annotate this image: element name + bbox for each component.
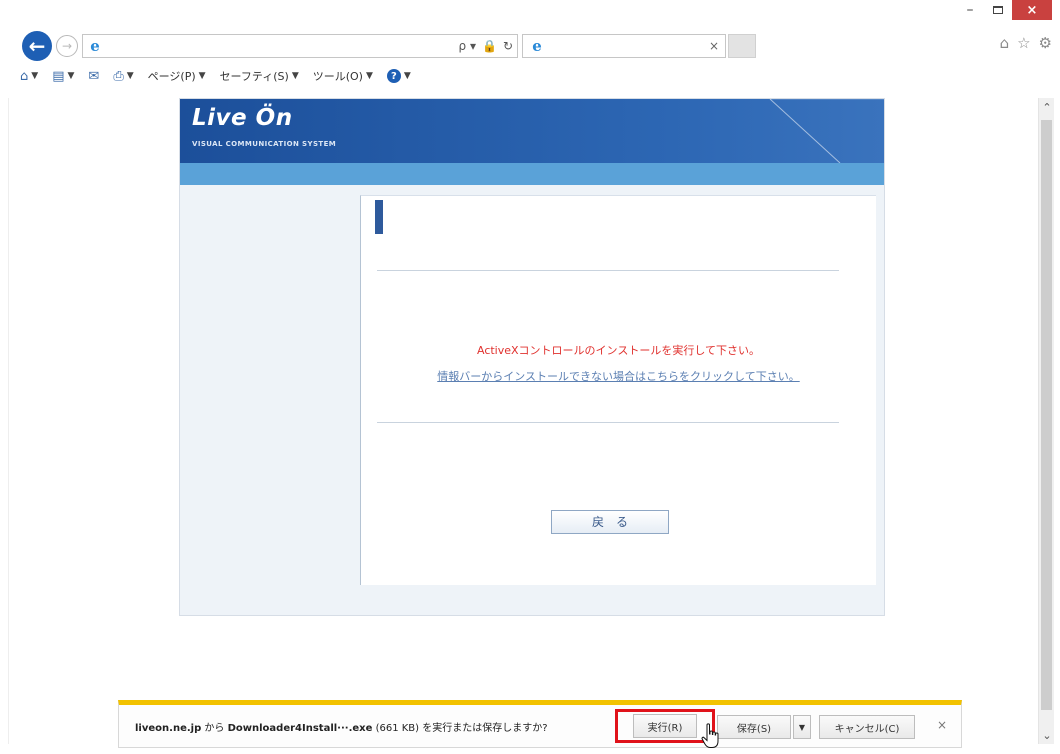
caret-icon: ▼	[31, 71, 39, 81]
caret-icon: ▼	[403, 71, 411, 81]
window-controls: – ×	[956, 0, 1052, 22]
print-menu[interactable]: ⎙ ▼	[113, 69, 133, 84]
address-input[interactable]	[103, 37, 459, 55]
navigation-bar: ← → e ρ ▾ 🔒 ↻ e × ⌂ ☆ ⚙	[22, 30, 1052, 62]
install-help-link[interactable]: 情報バーからインストールできない場合はこちらをクリックして下さい。	[361, 368, 876, 384]
help-icon: ?	[386, 69, 401, 83]
scroll-up-icon[interactable]: ⌃	[1039, 98, 1055, 116]
divider-bottom	[377, 422, 839, 423]
browser-tab[interactable]: e ×	[522, 34, 726, 58]
caret-icon: ▼	[291, 71, 299, 81]
install-message: ActiveXコントロールのインストールを実行して下さい。	[476, 344, 760, 357]
address-bar[interactable]: e ρ ▾ 🔒 ↻	[82, 34, 518, 58]
save-dropdown-button[interactable]: ▼	[793, 715, 811, 739]
lock-icon[interactable]: 🔒	[482, 39, 497, 53]
content-panel: ActiveXコントロールのインストールを実行して下さい。 情報バーからインスト…	[360, 195, 876, 585]
forward-button[interactable]: →	[56, 35, 78, 57]
page-menu-label: ページ(P)	[147, 70, 196, 83]
save-button[interactable]: 保存(S)	[717, 715, 791, 739]
new-tab-button[interactable]	[728, 34, 756, 58]
vertical-scrollbar[interactable]: ⌃ ⌄	[1038, 98, 1054, 744]
favorites-icon[interactable]: ☆	[1017, 34, 1030, 52]
command-bar: ⌂ ▼ ▤ ▼ ✉ ⎙ ▼ ページ(P) ▼ セーフティ(S) ▼ ツール(O) ▼ ? ▼	[20, 64, 411, 88]
caret-icon: ▼	[126, 71, 134, 81]
download-notification-bar: liveon.ne.jp から Downloader4Install···.ex…	[118, 700, 962, 748]
back-page-button[interactable]: 戻る	[551, 510, 669, 534]
minimize-button[interactable]: –	[956, 0, 984, 20]
download-size: (661 KB)	[372, 722, 423, 734]
mail-menu[interactable]: ✉	[88, 69, 99, 84]
run-button-highlight: 実行(R)	[615, 709, 715, 743]
hand-cursor-icon	[701, 723, 719, 748]
run-button[interactable]: 実行(R)	[633, 714, 697, 738]
liveon-logo: Live Ön	[192, 105, 293, 131]
back-button[interactable]: ←	[22, 31, 52, 61]
download-filename: Downloader4Install···.exe	[227, 722, 373, 734]
notification-close-icon[interactable]: ×	[937, 718, 947, 732]
page-menu[interactable]: ページ(P) ▼	[148, 68, 206, 84]
home-icon: ⌂	[20, 68, 29, 84]
help-menu[interactable]: ? ▼	[386, 69, 411, 83]
caret-icon: ▼	[67, 71, 75, 81]
browser-right-icons: ⌂ ☆ ⚙	[1000, 34, 1052, 52]
header-stripe	[180, 163, 884, 185]
back-arrow-icon: ←	[28, 34, 46, 58]
divider-top	[377, 270, 839, 271]
caret-icon: ▼	[365, 71, 373, 81]
maximize-button[interactable]	[984, 0, 1012, 20]
home-icon[interactable]: ⌂	[1000, 34, 1010, 52]
page-viewport: Live Ön VISUAL COMMUNICATION SYSTEM Acti…	[8, 98, 1040, 744]
close-window-button[interactable]: ×	[1012, 0, 1052, 20]
home-menu[interactable]: ⌂ ▼	[20, 69, 38, 84]
forward-arrow-icon: →	[61, 39, 73, 53]
safety-menu[interactable]: セーフティ(S) ▼	[220, 68, 299, 84]
caret-icon: ▼	[198, 71, 206, 81]
download-question: を実行または保存しますか?	[422, 722, 548, 734]
mail-icon: ✉	[88, 68, 100, 84]
download-prompt: liveon.ne.jp から Downloader4Install···.ex…	[135, 719, 548, 734]
refresh-icon[interactable]: ↻	[503, 39, 513, 53]
print-icon: ⎙	[113, 68, 124, 84]
ie-page-icon: e	[90, 37, 100, 55]
tab-close-icon[interactable]: ×	[709, 39, 719, 53]
feeds-icon: ▤	[52, 68, 65, 84]
settings-gear-icon[interactable]: ⚙	[1039, 34, 1052, 52]
tools-menu[interactable]: ツール(O) ▼	[313, 68, 373, 84]
logo-subtitle: VISUAL COMMUNICATION SYSTEM	[192, 140, 337, 148]
address-tools: ρ ▾ 🔒 ↻	[459, 39, 513, 53]
header-banner: Live Ön VISUAL COMMUNICATION SYSTEM	[180, 99, 884, 163]
maximize-icon	[993, 6, 1003, 14]
scroll-down-icon[interactable]: ⌄	[1039, 726, 1055, 744]
download-site: liveon.ne.jp	[135, 722, 202, 734]
search-icon[interactable]: ρ ▾	[459, 39, 476, 53]
title-marker	[375, 200, 383, 234]
tab-ie-icon: e	[532, 37, 542, 55]
scroll-thumb[interactable]	[1041, 120, 1052, 710]
cancel-button[interactable]: キャンセル(C)	[819, 715, 915, 739]
liveon-page: Live Ön VISUAL COMMUNICATION SYSTEM Acti…	[179, 98, 885, 616]
tools-menu-label: ツール(O)	[312, 70, 363, 83]
feeds-menu[interactable]: ▤ ▼	[52, 69, 74, 84]
safety-menu-label: セーフティ(S)	[219, 70, 289, 83]
download-from: から	[201, 722, 228, 734]
